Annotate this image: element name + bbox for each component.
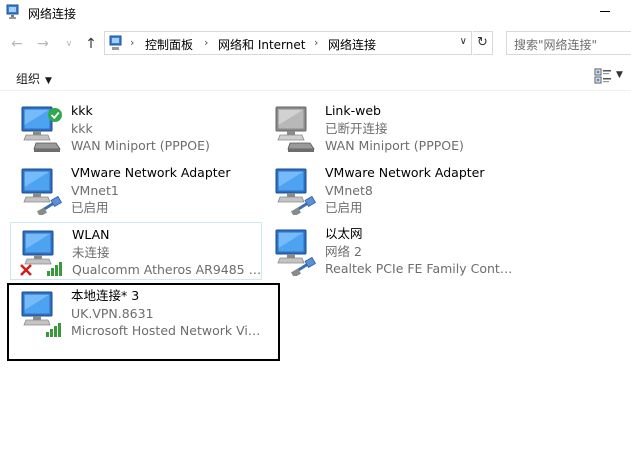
address-bar[interactable]: › 控制面板 › 网络和 Internet › 网络连接 ∨ [104,31,472,55]
connection-device: 已启用 [71,200,109,215]
connection-status: 已断开连接 [325,120,388,136]
title-bar: 网络连接 [0,0,631,26]
connection-item-link-web[interactable]: Link-web 已断开连接 WAN Miniport (PPPOE) [264,99,516,157]
address-row: ← → ∨ ↑ › 控制面板 › 网络和 Internet › 网络连接 ∨ ↻… [0,30,631,58]
breadcrumb-separator-icon[interactable]: › [204,36,208,49]
connection-status: 未连接 [72,244,110,260]
connection-item-vmnet8[interactable]: VMware Network Adapter VMnet8 已启用 [264,161,516,219]
back-arrow-icon[interactable]: ← [8,34,26,54]
connection-status: VMnet8 [325,182,373,198]
selection-highlight-box [7,283,280,361]
up-arrow-icon[interactable]: ↑ [82,34,100,54]
connection-item-kkk[interactable]: kkk kkk WAN Miniport (PPPOE) [10,99,262,157]
breadcrumb-control-panel[interactable]: 控制面板 [145,36,193,53]
search-input[interactable]: 搜索"网络连接" [506,31,631,55]
recent-locations-chevron-icon[interactable]: ∨ [60,34,78,54]
connection-item-wlan[interactable]: WLAN 未连接 Qualcomm Atheros AR9485 W... [10,222,262,280]
view-options-chevron-icon[interactable]: ▼ [616,70,623,80]
connection-device: 已启用 [325,200,363,215]
organize-label: 组织 [16,72,41,86]
connection-device: Realtek PCIe FE Family Control... [325,261,515,276]
connection-status: kkk [71,120,93,136]
breadcrumb-network-internet[interactable]: 网络和 Internet [218,36,305,53]
window-title: 网络连接 [28,7,77,21]
forward-arrow-icon[interactable]: → [34,34,52,54]
organize-menu-button[interactable]: 组织 ▼ [16,70,52,87]
ethernet-adapter-icon [275,168,317,215]
ethernet-icon [275,229,317,276]
connection-name: WLAN [72,227,110,242]
control-panel-icon [109,35,122,50]
ethernet-adapter-icon [21,168,63,215]
connection-name: 以太网 [325,226,363,241]
network-connections-icon [6,4,19,19]
connection-name: kkk [71,103,93,118]
connection-item-ethernet[interactable]: 以太网 网络 2 Realtek PCIe FE Family Control.… [264,222,516,280]
command-bar: 组织 ▼ ▼ [0,63,631,91]
connection-device: WAN Miniport (PPPOE) [71,138,210,153]
connection-device: Qualcomm Atheros AR9485 W... [72,262,262,277]
connection-name: Link-web [325,103,381,118]
broadband-disconnected-icon [275,106,315,153]
breadcrumb-separator-icon[interactable]: › [314,36,318,49]
chevron-down-icon: ▼ [45,76,52,86]
breadcrumb-separator-icon[interactable]: › [130,36,134,49]
minimize-button[interactable] [596,0,616,22]
connection-status: VMnet1 [71,182,119,198]
address-dropdown-chevron-icon[interactable]: ∨ [460,36,467,47]
connection-item-vmnet1[interactable]: VMware Network Adapter VMnet1 已启用 [10,161,262,219]
refresh-icon[interactable]: ↻ [473,31,493,55]
broadband-connected-icon [21,106,62,153]
connection-status: 网络 2 [325,243,362,259]
wifi-disconnected-icon [20,230,62,276]
connection-name: VMware Network Adapter [71,165,231,180]
search-placeholder: 搜索"网络连接" [514,38,598,52]
breadcrumb-network-connections[interactable]: 网络连接 [328,36,376,53]
connection-device: WAN Miniport (PPPOE) [325,138,464,153]
change-view-icon[interactable] [594,68,612,84]
connection-name: VMware Network Adapter [325,165,485,180]
